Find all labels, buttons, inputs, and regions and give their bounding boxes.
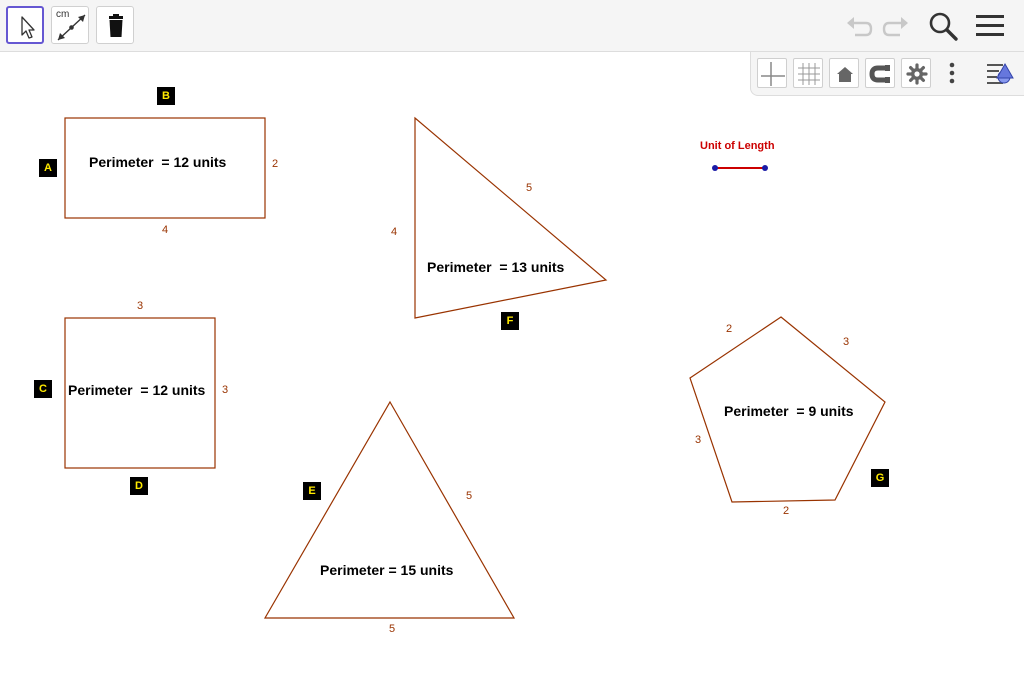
label-a[interactable]: A: [39, 159, 57, 177]
pentagon-upper-left-side-length: 2: [726, 323, 733, 335]
standard-view-button[interactable]: [829, 58, 859, 88]
triangle-bottom-side-length: 5: [389, 623, 396, 635]
triangle-perimeter-text: Perimeter = 15 units: [320, 562, 454, 578]
gear-icon: [906, 63, 928, 85]
square-perimeter-text: Perimeter = 12 units: [68, 382, 206, 398]
label-f[interactable]: F: [501, 312, 519, 330]
right-triangle-perimeter-text: Perimeter = 13 units: [427, 259, 565, 275]
rectangle-bottom-side-length: 4: [162, 224, 169, 236]
distance-tool-button[interactable]: cm: [51, 6, 89, 44]
top-toolbar: cm: [0, 0, 1024, 52]
redo-icon[interactable]: [878, 8, 914, 44]
unit-point-start[interactable]: [712, 165, 718, 171]
unit-of-length-title: Unit of Length: [700, 140, 775, 152]
toggle-axes-button[interactable]: [757, 58, 787, 88]
geometry-canvas[interactable]: [0, 0, 1024, 700]
toggle-style-bar-icon[interactable]: [985, 58, 1015, 88]
pentagon-perimeter-text: Perimeter = 9 units: [724, 403, 854, 419]
undo-icon[interactable]: [841, 8, 877, 44]
label-e[interactable]: E: [303, 482, 321, 500]
grid-icon: [798, 63, 820, 85]
square-top-side-length: 3: [137, 300, 144, 312]
menu-icon[interactable]: [972, 8, 1008, 44]
rectangle-perimeter-text: Perimeter = 12 units: [89, 154, 227, 170]
graphics-style-bar: [750, 52, 1024, 96]
triangle-shape[interactable]: [263, 400, 516, 619]
trash-icon: [109, 14, 123, 37]
distance-arrow-icon: [57, 14, 86, 41]
pentagon-bottom-side-length: 2: [783, 505, 790, 517]
right-triangle-hypotenuse-length: 5: [526, 182, 533, 194]
label-c[interactable]: C: [34, 380, 52, 398]
right-triangle-vertical-side-length: 4: [391, 226, 398, 238]
graphics-settings-button[interactable]: [901, 58, 931, 88]
axes-icon: [761, 62, 785, 86]
unit-point-end[interactable]: [762, 165, 768, 171]
cursor-arrow-icon: [21, 16, 35, 39]
search-icon[interactable]: [925, 8, 961, 44]
pentagon-upper-right-side-length: 3: [843, 336, 850, 348]
triangle-right-side-length: 5: [466, 490, 473, 502]
point-capturing-button[interactable]: [865, 58, 895, 88]
pentagon-left-side-length: 3: [695, 434, 702, 446]
home-icon: [837, 67, 853, 82]
label-g[interactable]: G: [871, 469, 889, 487]
more-options-icon[interactable]: [937, 58, 967, 88]
label-d[interactable]: D: [130, 477, 148, 495]
delete-tool-button[interactable]: [96, 6, 134, 44]
rectangle-right-side-length: 2: [272, 158, 279, 170]
square-right-side-length: 3: [222, 384, 229, 396]
label-b[interactable]: B: [157, 87, 175, 105]
magnet-icon: [869, 65, 890, 83]
move-tool-button[interactable]: [6, 6, 44, 44]
toggle-grid-button[interactable]: [793, 58, 823, 88]
right-triangle-shape[interactable]: [414, 116, 608, 319]
